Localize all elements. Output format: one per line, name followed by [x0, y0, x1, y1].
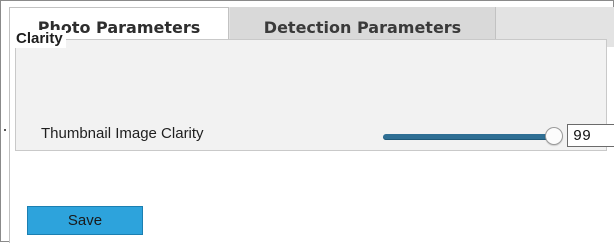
photo-parameters-window: Photo Parameters Detection Parameters Cl…	[0, 0, 614, 243]
save-button-label: Save	[67, 212, 103, 229]
tab-detection-parameters-label: Detection Parameters	[263, 17, 462, 37]
clarity-legend: Clarity	[13, 30, 66, 48]
thumbnail-clarity-label: Thumbnail Image Clarity	[41, 125, 204, 142]
thumbnail-clarity-slider[interactable]	[383, 127, 563, 147]
thumbnail-clarity-value-input[interactable]	[567, 124, 614, 147]
left-edge-mark	[4, 129, 6, 131]
slider-track[interactable]	[383, 134, 559, 140]
slider-thumb[interactable]	[545, 127, 563, 145]
save-button[interactable]: Save	[27, 206, 143, 235]
